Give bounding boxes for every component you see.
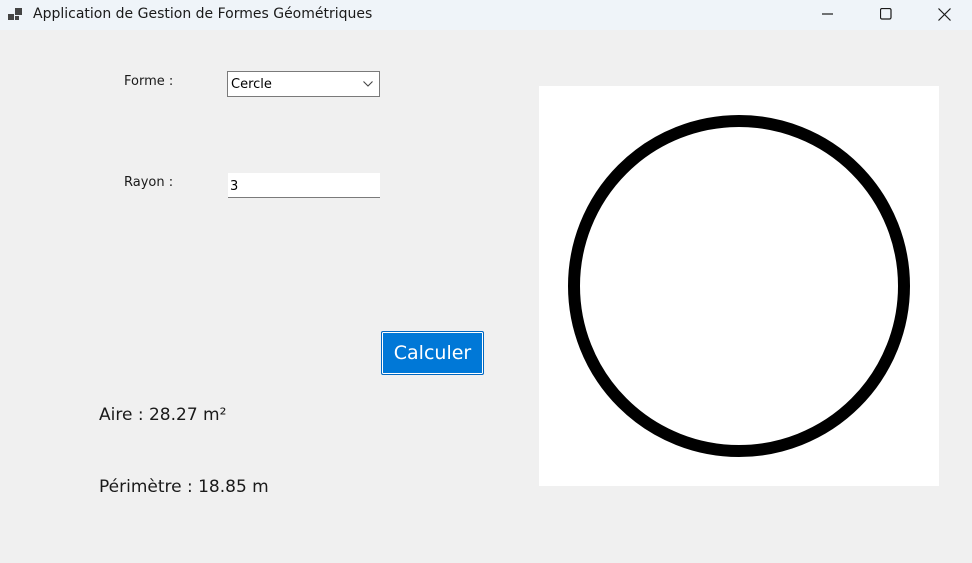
minimize-icon xyxy=(822,13,833,15)
shape-select[interactable]: Cercle xyxy=(227,71,380,97)
close-icon xyxy=(937,7,951,21)
area-result: Aire : 28.27 m² xyxy=(99,405,227,425)
maximize-button[interactable] xyxy=(857,0,915,28)
app-window-icon xyxy=(8,8,22,20)
window-title: Application de Gestion de Formes Géométr… xyxy=(33,6,373,22)
title-bar: Application de Gestion de Formes Géométr… xyxy=(0,0,972,30)
close-button[interactable] xyxy=(915,0,972,28)
circle-shape xyxy=(568,115,910,457)
drawing-canvas xyxy=(539,86,939,486)
radius-input[interactable] xyxy=(228,173,380,198)
perimeter-result: Périmètre : 18.85 m xyxy=(99,477,269,497)
shape-label: Forme : xyxy=(124,74,174,89)
shape-drawing xyxy=(568,115,910,457)
shape-select-value: Cercle xyxy=(231,77,272,92)
maximize-icon xyxy=(880,8,892,20)
chevron-down-icon xyxy=(363,81,373,87)
radius-label: Rayon : xyxy=(124,175,174,190)
calculate-button[interactable]: Calculer xyxy=(381,331,484,375)
minimize-button[interactable] xyxy=(799,0,857,28)
